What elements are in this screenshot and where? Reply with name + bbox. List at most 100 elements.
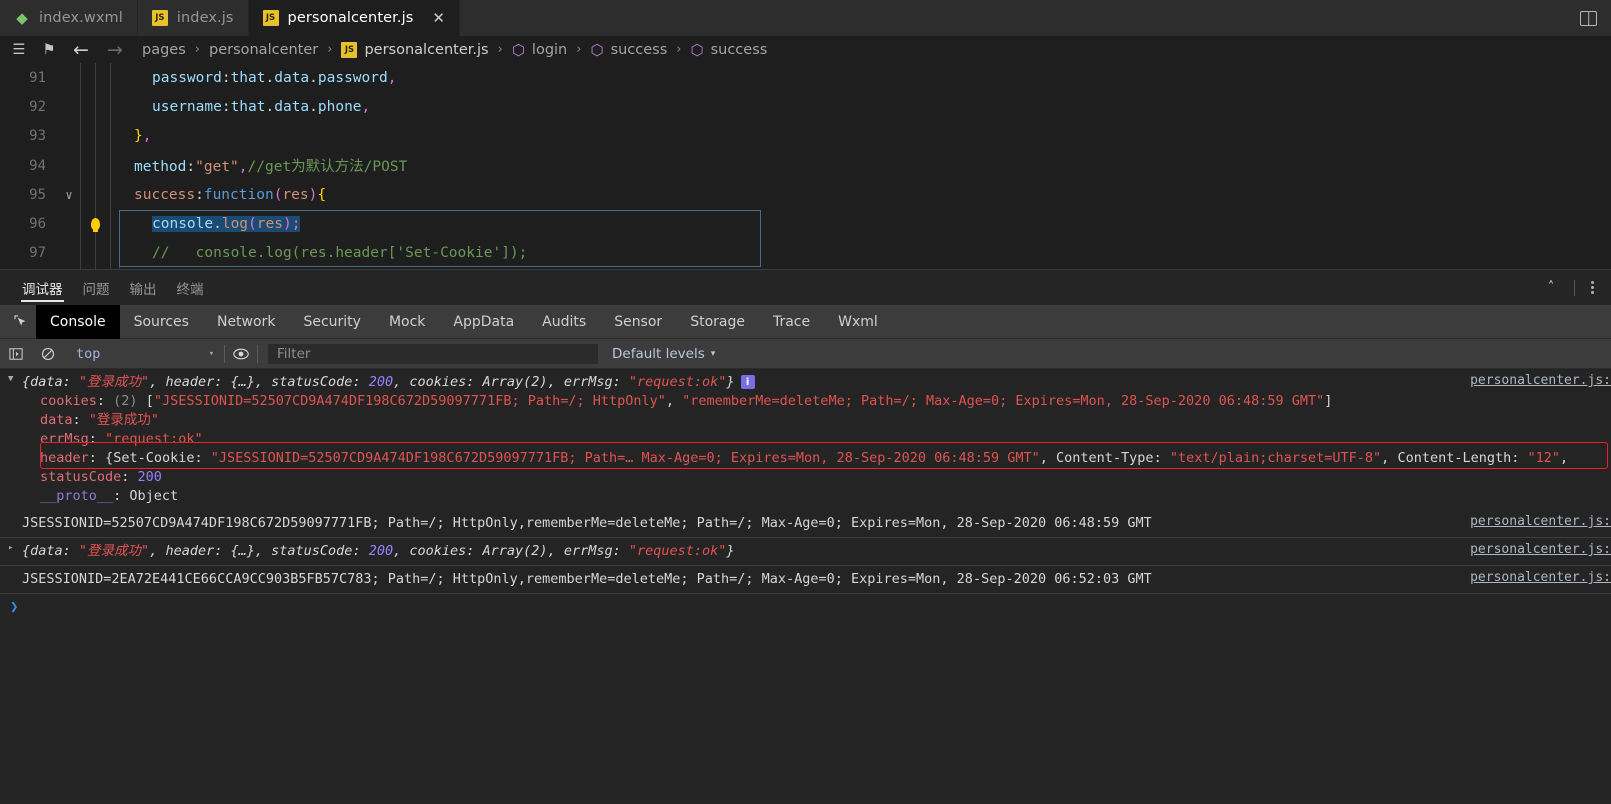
js-file-icon: JS xyxy=(341,41,358,58)
bookmark-icon[interactable]: ⚑ xyxy=(34,42,64,58)
console-message[interactable]: ▼ {data: "登录成功", header: {…}, statusCode:… xyxy=(0,369,1611,510)
filter-input[interactable]: Filter xyxy=(268,343,598,364)
info-badge[interactable]: i xyxy=(740,375,755,389)
devtools-tab-mock[interactable]: Mock xyxy=(375,305,439,339)
line-number: 93 xyxy=(29,128,46,145)
console-token: : xyxy=(214,374,231,390)
devtools-tab-wxml[interactable]: Wxml xyxy=(824,305,892,339)
panel-tab-debugger[interactable]: 调试器 xyxy=(12,270,73,306)
console-source-link[interactable]: personalcenter.js: xyxy=(1470,373,1611,388)
split-editor-icon[interactable] xyxy=(1580,10,1597,26)
console-object-property[interactable]: ▸__proto__: Object xyxy=(0,487,1611,506)
console-object-property[interactable]: ▸header: {Set-Cookie: "JSESSIONID=52507C… xyxy=(0,449,1611,468)
divider xyxy=(257,344,258,363)
divider xyxy=(1574,279,1575,296)
breadcrumb-item-personalcenter[interactable]: personalcenter xyxy=(207,42,320,58)
console-output[interactable]: ▼ {data: "登录成功", header: {…}, statusCode:… xyxy=(0,369,1611,804)
breadcrumb-label: login xyxy=(531,41,568,58)
wxml-file-icon: ◆ xyxy=(16,9,28,27)
expand-arrow-icon[interactable]: ▸ xyxy=(8,543,13,553)
navigate-forward-icon[interactable]: → xyxy=(98,39,132,61)
devtools-tab-bar: Console Sources Network Security Mock AppData… xyxy=(0,304,1611,339)
list-menu-icon[interactable]: ☰ xyxy=(4,42,34,58)
console-prompt[interactable]: ❯ xyxy=(0,594,1611,620)
console-message[interactable]: ▸ {data: "登录成功", header: {…}, statusCode:… xyxy=(0,538,1611,566)
code-editor[interactable]: 91 password:that.data.password, 92 username… xyxy=(0,63,1611,269)
console-token: , xyxy=(1381,450,1398,466)
line-number: 91 xyxy=(29,69,46,86)
line-number: 94 xyxy=(29,157,46,174)
devtools-tab-trace[interactable]: Trace xyxy=(759,305,824,339)
console-sidebar-icon[interactable] xyxy=(0,347,32,361)
console-token: , xyxy=(547,374,564,390)
devtools-tab-security[interactable]: Security xyxy=(289,305,375,339)
console-message[interactable]: JSESSIONID=2EA72E441CE66CCA9CC903B5FB57C… xyxy=(0,566,1611,594)
devtools-tab-audits[interactable]: Audits xyxy=(528,305,600,339)
console-token: 200 xyxy=(137,469,162,485)
devtools-tab-sensor[interactable]: Sensor xyxy=(600,305,676,339)
devtools-tab-network[interactable]: Network xyxy=(203,305,289,339)
console-source-link[interactable]: personalcenter.js: xyxy=(1470,570,1611,585)
console-object-property[interactable]: ▸cookies: (2) ["JSESSIONID=52507CD9A474D… xyxy=(0,392,1611,411)
devtools-tab-appdata[interactable]: AppData xyxy=(439,305,528,339)
panel-tab-problems[interactable]: 问题 xyxy=(73,270,120,306)
console-token: } xyxy=(726,374,735,390)
chevron-up-icon[interactable]: ˄ xyxy=(1536,280,1566,295)
js-file-icon: JS xyxy=(262,10,279,26)
code-line: 96 console.log(res); xyxy=(0,209,1611,238)
breadcrumb-item-pages[interactable]: pages xyxy=(140,42,188,58)
console-token: : xyxy=(214,543,231,559)
breadcrumb: ☰ ⚑ ← → pages › personalcenter › JS pers… xyxy=(0,36,1611,63)
inspect-element-icon[interactable] xyxy=(4,314,36,329)
devtools-tab-console[interactable]: Console xyxy=(36,304,120,339)
console-token: JSESSIONID=2EA72E441CE66CCA9CC903B5FB57C… xyxy=(22,571,1152,587)
devtools-tab-label: Trace xyxy=(772,313,811,330)
console-token: Set-Cookie xyxy=(113,450,195,466)
console-message[interactable]: JSESSIONID=52507CD9A474DF198C672D5909777… xyxy=(0,510,1611,538)
editor-tab-index-wxml[interactable]: ◆ index.wxml xyxy=(0,0,138,36)
console-source-link[interactable]: personalcenter.js: xyxy=(1470,542,1611,557)
close-icon[interactable]: ✕ xyxy=(432,10,445,26)
console-token: "登录成功" xyxy=(88,412,160,428)
devtools-tab-label: Audits xyxy=(542,313,587,330)
console-token: cookies xyxy=(409,374,467,390)
expand-arrow-icon[interactable]: ▼ xyxy=(8,374,13,384)
console-token: Array(2) xyxy=(482,374,548,390)
panel-tab-terminal[interactable]: 终端 xyxy=(167,270,214,306)
breadcrumb-separator: › xyxy=(676,42,682,57)
navigate-back-icon[interactable]: ← xyxy=(64,39,98,61)
panel-tab-output[interactable]: 输出 xyxy=(120,270,167,306)
fold-chevron-icon[interactable]: ∨ xyxy=(58,188,80,202)
code-line: 94 method:"get",//get为默认方法/POST xyxy=(0,151,1611,180)
console-token: [ xyxy=(145,393,154,409)
execution-context-select[interactable]: top ▾ xyxy=(64,346,224,362)
panel-tab-bar: 调试器 问题 输出 终端 ˄ xyxy=(0,269,1611,305)
clear-console-icon[interactable] xyxy=(32,347,64,361)
breadcrumb-label: personalcenter.js xyxy=(364,41,489,58)
console-token: 200 xyxy=(368,374,394,390)
editor-tab-personalcenter-js[interactable]: JS personalcenter.js ✕ xyxy=(248,0,460,36)
breadcrumb-item-success-2[interactable]: ⬡ success xyxy=(688,41,769,59)
console-object-property[interactable]: statusCode: 200 xyxy=(0,468,1611,487)
console-token: , xyxy=(1560,450,1569,466)
breadcrumb-item-success-1[interactable]: ⬡ success xyxy=(588,41,669,59)
breadcrumb-item-file[interactable]: JS personalcenter.js xyxy=(339,41,490,58)
editor-tab-index-js[interactable]: JS index.js xyxy=(137,0,249,36)
console-token: , xyxy=(254,374,272,390)
breadcrumb-item-login[interactable]: ⬡ login xyxy=(510,41,569,59)
quickfix-lightbulb-icon[interactable] xyxy=(80,218,110,233)
more-options-icon[interactable] xyxy=(1583,281,1601,294)
devtools-tab-storage[interactable]: Storage xyxy=(676,305,759,339)
code-line: 93}, xyxy=(0,122,1611,151)
prompt-caret: ❯ xyxy=(10,599,19,615)
console-object-property[interactable]: errMsg: "request:ok" xyxy=(0,430,1611,449)
console-token: __proto__ xyxy=(40,488,114,504)
console-token: JSESSIONID=52507CD9A474DF198C672D5909777… xyxy=(22,515,1152,531)
live-expression-eye-icon[interactable] xyxy=(225,348,257,360)
console-source-link[interactable]: personalcenter.js: xyxy=(1470,514,1611,529)
breadcrumb-separator: › xyxy=(576,42,582,57)
console-token: Array(2) xyxy=(482,543,548,559)
console-object-property[interactable]: data: "登录成功" xyxy=(0,411,1611,430)
log-levels-select[interactable]: Default levels ▾ xyxy=(612,346,715,362)
devtools-tab-sources[interactable]: Sources xyxy=(120,305,203,339)
